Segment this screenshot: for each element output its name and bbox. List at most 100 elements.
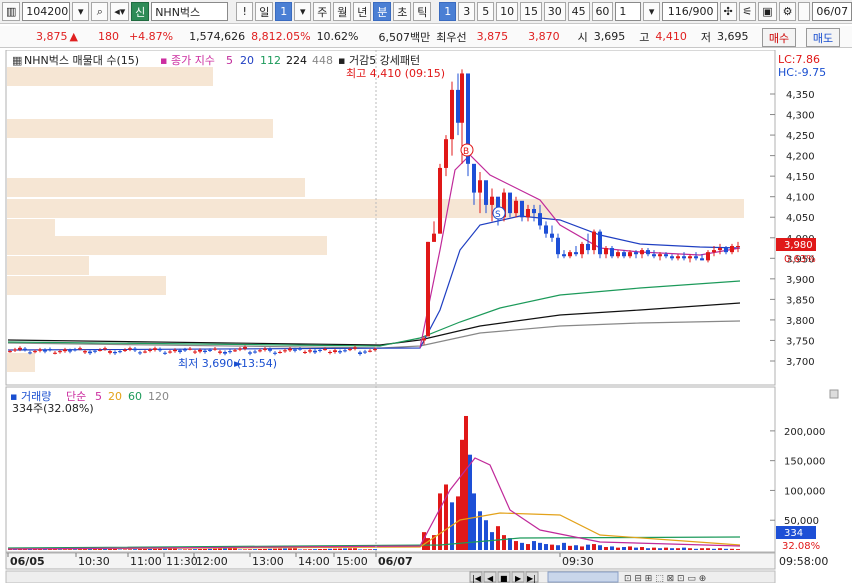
period-year-tab[interactable]: 년 xyxy=(353,2,371,21)
candle-body xyxy=(163,353,167,354)
scroll-thumb[interactable] xyxy=(548,572,618,582)
time-label: 11:00 xyxy=(130,555,162,568)
candle-body xyxy=(438,168,442,234)
quote-row: 3,875 ▲ 180 +4.87% 1,574,626 8,812.05% 1… xyxy=(0,26,852,48)
search-icon[interactable]: ⌕ xyxy=(91,2,108,21)
candle-body xyxy=(450,90,454,139)
minute-10-button[interactable]: 10 xyxy=(496,2,518,21)
candle-body xyxy=(103,348,107,349)
volume-bar xyxy=(363,549,367,550)
volume-profile-bar xyxy=(7,178,305,197)
buy-button[interactable]: 매수 xyxy=(762,28,796,47)
volume-bar xyxy=(508,538,512,550)
alert-button[interactable]: ! xyxy=(236,2,253,21)
candle-body xyxy=(456,90,460,123)
ask-price: 3,875 xyxy=(477,30,509,43)
current-volume-rate: 32.08% xyxy=(782,541,820,552)
minute-30-button[interactable]: 30 xyxy=(544,2,566,21)
zoom-controls-icon[interactable]: ⊡ ⊟ ⊞ ⬚ ⊠ ⊡ ▭ ⊕ xyxy=(624,574,706,583)
chart-canvas[interactable]: 4,3504,3004,2504,2004,1504,1004,0504,000… xyxy=(0,50,852,583)
price-tick-label: 4,100 xyxy=(786,193,815,204)
candle-body xyxy=(706,252,710,260)
candle-body xyxy=(308,350,312,351)
sell-button[interactable]: 매도 xyxy=(806,28,840,47)
price-tick-label: 4,250 xyxy=(786,131,815,142)
minute-3-button[interactable]: 3 xyxy=(458,2,475,21)
price-legend-title: NHN벅스 매물대 수(15) xyxy=(24,54,139,67)
interval-count-input[interactable]: 1 xyxy=(615,2,641,21)
minute-5-button[interactable]: 5 xyxy=(477,2,494,21)
candle-body xyxy=(724,248,728,252)
period-dropdown-icon[interactable]: ▾ xyxy=(294,2,311,21)
price-tick-label: 3,750 xyxy=(786,336,815,347)
volume-bar xyxy=(183,549,187,550)
date-checkbox[interactable] xyxy=(798,2,810,21)
save-icon[interactable]: ▣ xyxy=(758,2,776,21)
settings-icon[interactable]: ⚙ xyxy=(779,2,797,21)
chart-menu-icon[interactable]: ▦ xyxy=(12,54,22,67)
volume-bar xyxy=(730,549,734,550)
time-label: 06/05 xyxy=(10,555,45,568)
candle-body xyxy=(622,252,626,256)
speaker-icon[interactable]: ◂▾ xyxy=(110,2,129,21)
volume-bar xyxy=(688,548,692,550)
toolbar: ▥ 104200 ▾ ⌕ ◂▾ 신 NHN벅스 ! 일 1 ▾ 주 월 년 분 … xyxy=(0,0,852,24)
high-label: 고 xyxy=(639,29,649,45)
minute-60-button[interactable]: 60 xyxy=(592,2,614,21)
crosshair-icon[interactable]: ✣ xyxy=(720,2,737,21)
volume-bar xyxy=(640,547,644,550)
period-second-tab[interactable]: 초 xyxy=(393,2,411,21)
volume-bar xyxy=(586,545,590,550)
candle-body xyxy=(58,351,62,352)
volume-bar xyxy=(368,549,372,550)
candle-body xyxy=(108,351,112,353)
candle-body xyxy=(153,348,157,350)
volume-bar xyxy=(520,543,524,550)
volume-panel-close-icon[interactable] xyxy=(830,390,838,398)
period-week-tab[interactable]: 주 xyxy=(313,2,331,21)
period-month-tab[interactable]: 월 xyxy=(333,2,351,21)
indicator-icon[interactable]: ⚟ xyxy=(739,2,757,21)
volume-bar xyxy=(712,549,716,550)
volume-bar xyxy=(532,541,536,550)
period-count-field[interactable]: 1 xyxy=(275,2,292,21)
period-day-tab[interactable]: 일 xyxy=(255,2,273,21)
time-label: 12:00 xyxy=(196,555,228,568)
chart-type-icon[interactable]: ▥ xyxy=(2,2,20,21)
candle-body xyxy=(263,349,267,350)
candle-body xyxy=(730,246,734,252)
period-minute-tab[interactable]: 분 xyxy=(373,2,391,21)
candle-body xyxy=(664,254,668,256)
candle-body xyxy=(258,350,262,351)
minute-15-button[interactable]: 15 xyxy=(520,2,542,21)
candle-body xyxy=(133,349,137,351)
interval-dropdown-icon[interactable]: ▾ xyxy=(643,2,660,21)
minute-45-button[interactable]: 45 xyxy=(568,2,590,21)
candle-body xyxy=(348,349,352,350)
lc-label: LC:7.86 xyxy=(778,53,820,66)
volume-bar xyxy=(736,549,740,550)
candle-body xyxy=(604,248,608,254)
date-field[interactable]: 06/07 xyxy=(812,2,852,21)
volume-bar xyxy=(502,535,506,550)
candle-body xyxy=(183,349,187,350)
volume-bar xyxy=(724,549,728,550)
volume-bar xyxy=(676,548,680,550)
stock-code-input[interactable]: 104200 xyxy=(22,2,70,21)
candle-body xyxy=(508,193,512,214)
volume-bar xyxy=(468,455,472,550)
candle-body xyxy=(113,352,117,353)
minute-1-button[interactable]: 1 xyxy=(439,2,456,21)
volume-bar xyxy=(153,549,157,550)
candle-body xyxy=(78,348,82,349)
candle-body xyxy=(243,347,247,349)
stock-name-field[interactable]: NHN벅스 xyxy=(151,2,228,21)
candle-body xyxy=(38,349,42,350)
price-tick-label: 4,150 xyxy=(786,172,815,183)
candle-body xyxy=(718,248,722,250)
period-tick-tab[interactable]: 틱 xyxy=(413,2,431,21)
candle-body xyxy=(670,256,674,258)
candle-body xyxy=(98,350,102,351)
volume-bar xyxy=(333,549,337,550)
code-dropdown-icon[interactable]: ▾ xyxy=(72,2,89,21)
